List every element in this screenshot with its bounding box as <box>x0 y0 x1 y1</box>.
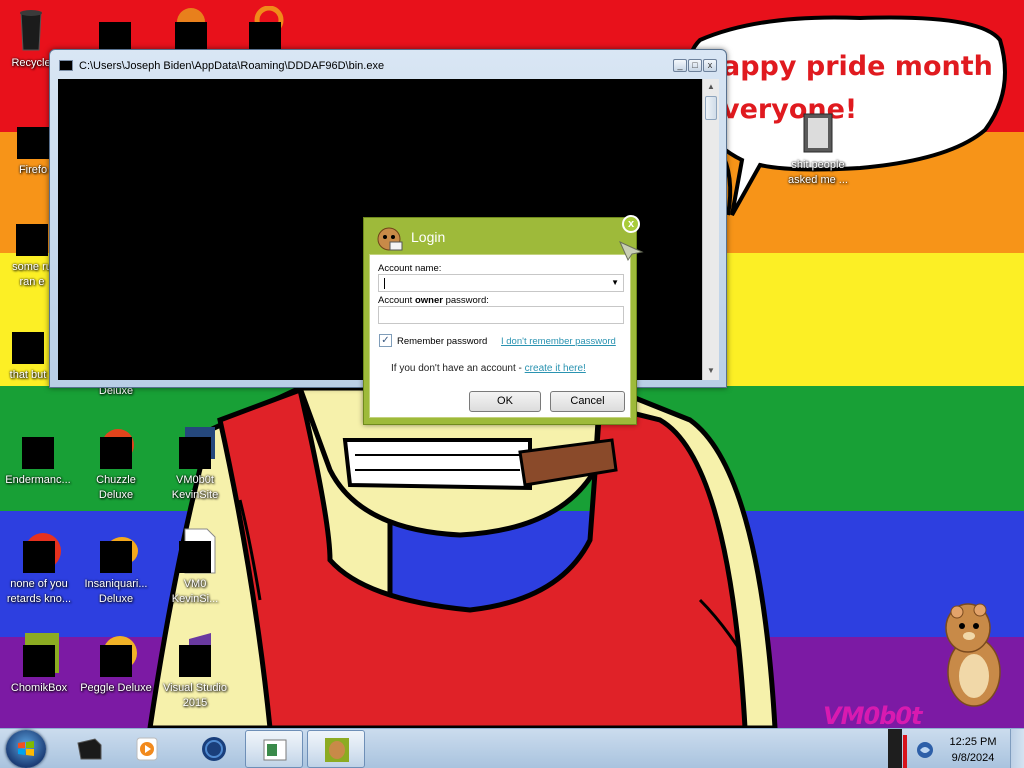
hamster-mascot <box>945 603 1001 707</box>
login-dialog[interactable]: Login x Account name: ▼ Account owner pa… <box>363 215 640 425</box>
minimize-button[interactable]: _ <box>673 59 687 72</box>
watermark-text: VM0b0t <box>823 702 923 728</box>
desktop-icon-endermanch[interactable]: Endermanc... <box>0 423 76 488</box>
chomikbox-icon <box>325 738 349 762</box>
remember-password-checkbox[interactable]: ✓ <box>379 334 392 347</box>
taskbar-browser[interactable] <box>185 730 243 768</box>
chomikbox-logo-icon <box>377 227 403 251</box>
desktop-icon-insaniquarium[interactable]: Insaniquari... Deluxe <box>78 527 154 607</box>
dialog-title: Login <box>411 229 446 245</box>
tray-divider <box>888 729 902 768</box>
desktop-icon-game-top[interactable] <box>77 6 153 54</box>
media-player-icon <box>136 737 158 761</box>
chuzzle-icon <box>92 423 140 471</box>
browser-icon <box>15 527 63 575</box>
html-file-icon <box>171 527 219 575</box>
window-controls: _ □ x <box>673 59 717 72</box>
password-label-post: password: <box>442 295 489 306</box>
desktop-icon-label: Visual Studio 2015 <box>162 682 227 709</box>
desktop-icon-browser[interactable]: none of you retards kno... <box>1 527 77 607</box>
cancel-button[interactable]: Cancel <box>550 391 625 412</box>
taskbar-chomikbox[interactable] <box>307 730 365 768</box>
scroll-up-icon[interactable]: ▲ <box>707 82 715 91</box>
restore-button[interactable]: □ <box>688 59 702 72</box>
vertical-scrollbar[interactable]: ▲ ▼ <box>702 79 719 380</box>
chomikbox-icon <box>15 631 63 679</box>
game-icon <box>167 6 215 54</box>
taskbar-media-player[interactable] <box>118 730 176 768</box>
desktop-icon-label: ChomikBox <box>10 682 68 694</box>
desktop-icon-chomikbox[interactable]: ChomikBox <box>1 631 77 696</box>
clock-time: 12:25 PM <box>949 736 997 748</box>
close-icon[interactable]: x <box>622 215 640 233</box>
forgot-password-link[interactable]: I don't remember password <box>501 336 616 347</box>
recycle-bin-icon <box>7 6 55 54</box>
desktop-icon-game-top-3[interactable] <box>227 5 303 54</box>
game-icon <box>91 6 139 54</box>
text-caret <box>384 278 385 289</box>
desktop-icon-label: Chuzzle Deluxe <box>96 474 136 501</box>
network-icon <box>171 423 219 471</box>
speech-line-2: veryone! <box>722 94 858 125</box>
account-name-combobox[interactable]: ▼ <box>378 274 624 292</box>
folder-icon <box>794 108 842 156</box>
visual-studio-icon <box>171 631 219 679</box>
desktop-icon-game-top-2[interactable] <box>153 6 229 54</box>
desktop-icon-label: Insaniquari... Deluxe <box>84 578 148 605</box>
chevron-down-icon[interactable]: ▼ <box>611 278 619 287</box>
desktop-icon-folder[interactable]: shit people asked me ... <box>780 108 856 188</box>
network-tray-icon[interactable] <box>915 740 935 760</box>
mouse-cursor-icon <box>619 241 644 262</box>
taskbar: 12:25 PM 9/8/2024 <box>0 728 1024 768</box>
remember-password-label[interactable]: Remember password <box>397 336 487 347</box>
speech-bubble-text: appy pride month veryone! <box>722 45 1012 131</box>
console-window-icon <box>77 738 102 760</box>
game-icon <box>241 5 289 54</box>
scrollbar-thumb[interactable] <box>705 96 717 120</box>
console-titlebar[interactable]: C:\Users\Joseph Biden\AppData\Roaming\DD… <box>50 50 726 78</box>
password-label-pre: Account <box>378 295 415 306</box>
ok-button[interactable]: OK <box>469 391 541 412</box>
desktop-icon-kevinsite[interactable]: VM0b0t KevinSite <box>157 423 233 503</box>
desktop-icon-chuzzle[interactable]: Chuzzle Deluxe <box>78 423 154 503</box>
scroll-down-icon[interactable]: ▼ <box>707 366 715 375</box>
console-icon <box>14 423 62 471</box>
desktop-icon-label: Endermanc... <box>5 474 71 486</box>
system-clock[interactable]: 12:25 PM 9/8/2024 <box>942 734 1004 766</box>
file-icon <box>4 318 52 366</box>
taskbar-console-app[interactable] <box>245 730 303 768</box>
windows-logo-icon <box>18 741 34 756</box>
desktop-icon-label: none of you retards kno... <box>6 578 72 605</box>
login-form: Account name: ▼ Account owner password: … <box>369 254 631 418</box>
close-button[interactable]: x <box>703 59 717 72</box>
desktop-icon-label: Peggle Deluxe <box>80 682 152 694</box>
show-desktop-button[interactable] <box>1010 729 1024 768</box>
desktop-icon-label: shit people asked me ... <box>788 159 848 186</box>
desktop-icon-visual-studio[interactable]: Visual Studio 2015 <box>157 631 233 711</box>
taskbar-console-window[interactable] <box>60 730 118 768</box>
tray-marker <box>903 735 907 768</box>
desktop-icon-peggle[interactable]: Peggle Deluxe <box>78 631 154 696</box>
desktop-icon-kevinsite-html[interactable]: VM0 KevinSi... <box>157 527 233 607</box>
browser-globe-icon <box>202 737 226 761</box>
password-field[interactable] <box>378 306 624 324</box>
password-label-bold: owner <box>414 295 443 306</box>
signup-prompt: If you don't have an account - create it… <box>391 363 586 374</box>
clock-date: 9/8/2024 <box>951 752 995 764</box>
console-app-icon <box>59 60 73 71</box>
start-button[interactable] <box>6 730 46 768</box>
insaniquarium-icon <box>92 527 140 575</box>
signup-text: If you don't have an account - <box>391 363 525 374</box>
console-window-title: C:\Users\Joseph Biden\AppData\Roaming\DD… <box>79 60 385 72</box>
peggle-icon <box>92 631 140 679</box>
create-account-link[interactable]: create it here! <box>525 363 586 374</box>
account-name-label: Account name: <box>378 263 442 274</box>
console-app-icon <box>263 739 287 761</box>
desktop-icon-label: VM0b0t KevinSite <box>171 474 219 501</box>
speech-line-1: appy pride month <box>722 51 993 82</box>
desktop-icon-label: VM0 KevinSi... <box>171 578 219 605</box>
password-label: Account owner password: <box>378 295 489 306</box>
